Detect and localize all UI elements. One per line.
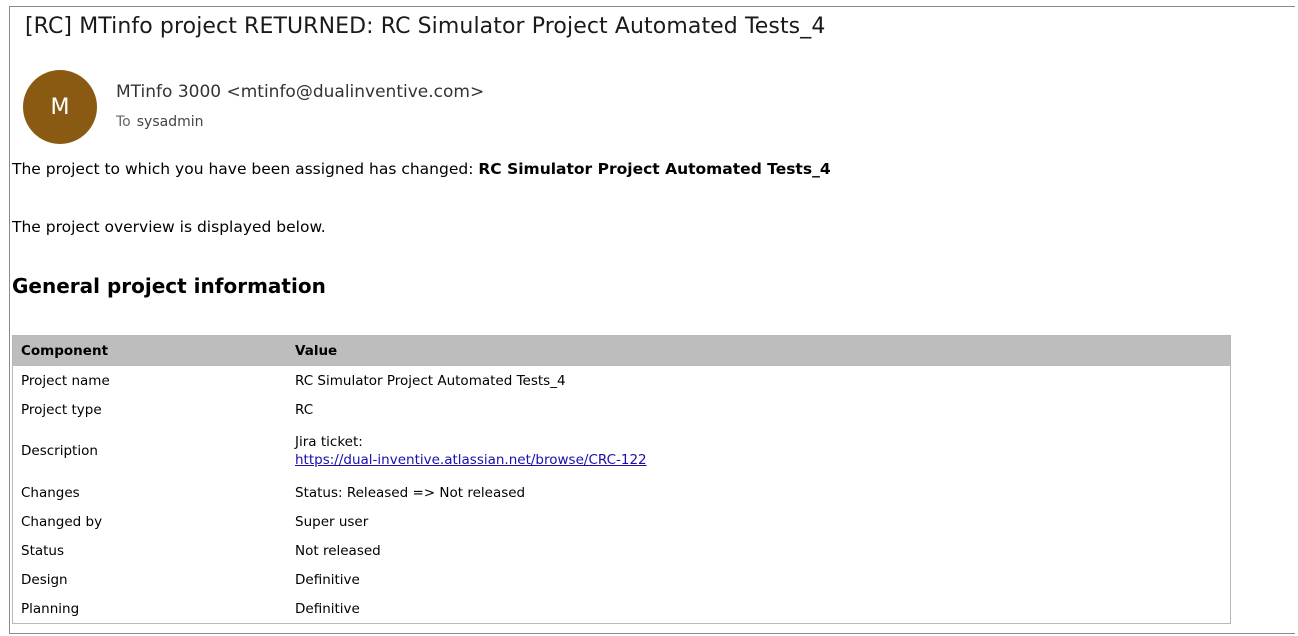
column-header-component: Component [21,343,109,359]
table-row: Project type RC [13,395,1230,424]
recipient-name[interactable]: sysadmin [137,114,204,130]
row-value: Definitive [295,571,360,588]
row-value: Definitive [295,600,360,617]
table-row: Description Jira ticket: https://dual-in… [13,424,1230,478]
column-header-value: Value [295,343,338,359]
row-component: Project name [21,372,110,389]
row-component: Planning [21,600,80,617]
description-text: Jira ticket: [295,434,363,450]
table-row: Project name RC Simulator Project Automa… [13,366,1230,395]
body-overview-text: The project overview is displayed below. [12,218,326,236]
to-label: To [116,114,131,130]
row-value: Not released [295,542,381,559]
body-intro-text: The project to which you have been assig… [12,160,831,178]
row-value: Super user [295,513,369,530]
row-component: Changed by [21,513,103,530]
table-row: Changed by Super user [13,507,1230,536]
table-row: Changes Status: Released => Not released [13,478,1230,507]
intro-prefix: The project to which you have been assig… [12,160,479,178]
row-value: Jira ticket: https://dual-inventive.atla… [287,424,1230,478]
sender-name[interactable]: MTinfo 3000 <mtinfo@dualinventive.com> [116,82,484,102]
row-component: Description [21,443,98,459]
row-value: Status: Released => Not released [295,484,526,501]
table-row: Design Definitive [13,565,1230,594]
table-header-row: Component Value [13,336,1230,366]
jira-ticket-link[interactable]: https://dual-inventive.atlassian.net/bro… [295,452,1222,468]
project-info-table: Component Value Project name RC Simulato… [12,335,1231,624]
table-row: Status Not released [13,536,1230,565]
row-component: Project type [21,401,102,418]
recipient-line: To sysadmin [116,114,204,130]
table-row: Planning Definitive [13,594,1230,623]
section-heading: General project information [12,274,326,298]
row-component: Changes [21,484,80,501]
row-component: Status [21,542,65,559]
avatar-initial: M [50,94,70,120]
row-component: Design [21,571,68,588]
email-subject: [RC] MTinfo project RETURNED: RC Simulat… [25,14,826,39]
sender-avatar[interactable]: M [23,70,97,144]
row-value: RC [295,401,314,418]
row-value: RC Simulator Project Automated Tests_4 [295,372,566,389]
intro-project-name: RC Simulator Project Automated Tests_4 [478,160,831,178]
